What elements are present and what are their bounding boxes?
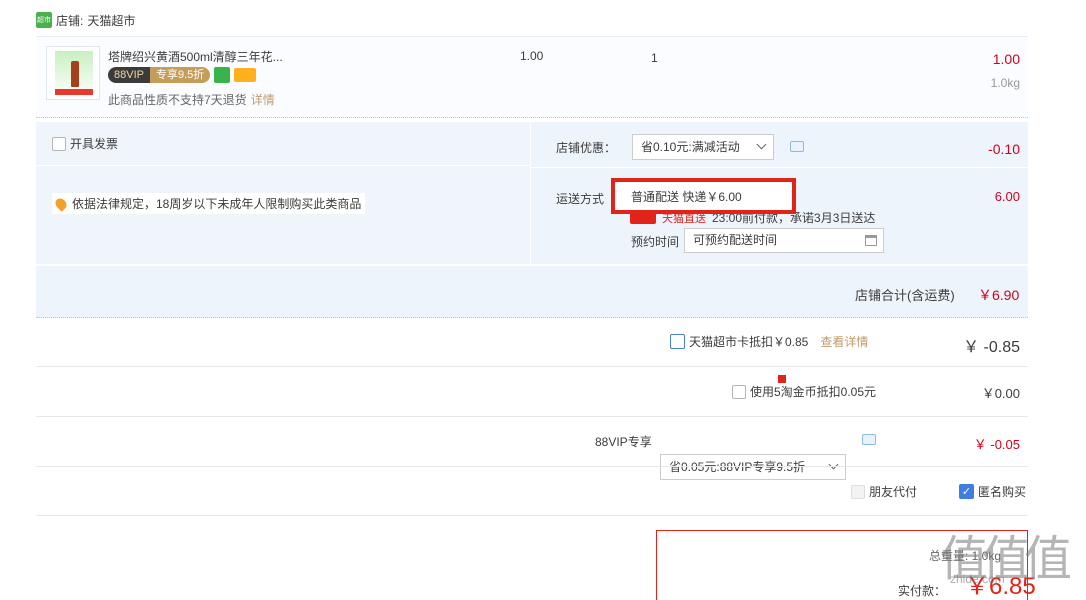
vip-discount-tag: 专享9.5折 — [149, 67, 211, 83]
service-badge-icon — [214, 67, 231, 83]
divider — [36, 165, 530, 166]
vip-label: 88VIP专享 — [595, 435, 652, 449]
shop-name[interactable]: 天猫超市 — [87, 12, 135, 29]
shipping-fee: 6.00 — [994, 189, 1020, 204]
chevron-down-icon — [756, 139, 767, 150]
coins-checkbox[interactable] — [732, 384, 746, 399]
card-detail-link[interactable]: 查看详情 — [820, 333, 868, 350]
shop-discount-value: -0.10 — [988, 141, 1020, 157]
appointment-placeholder: 可预约配送时间 — [693, 233, 778, 247]
item-weight: 1.0kg — [990, 76, 1020, 90]
anonymous-checkbox[interactable]: ✓ — [959, 484, 974, 499]
divider — [36, 515, 1028, 516]
tmall-supermarket-logo-icon: 超市 — [36, 12, 52, 28]
anonymous-label: 匿名购买 — [978, 485, 1027, 499]
shipping-label: 运送方式 — [556, 192, 605, 206]
invoice-checkbox[interactable] — [52, 136, 66, 151]
item-subtotal: 1.00 — [992, 51, 1020, 67]
vip-discount-selected: 省0.05元:88VIP专享9.5折 — [669, 460, 806, 474]
divider — [531, 167, 1028, 168]
shop-discount-select[interactable]: 省0.10元:满减活动 — [632, 134, 774, 160]
calendar-icon[interactable] — [865, 235, 877, 246]
appointment-input[interactable]: 可预约配送时间 — [684, 228, 884, 253]
shop-header: 超市 店铺: 天猫超市 — [36, 10, 135, 30]
law-notice: 依据法律规定，18周岁以下未成年人限制购买此类商品 — [52, 193, 366, 214]
shop-discount-selected: 省0.10元:满减活动 — [641, 140, 740, 154]
product-thumbnail[interactable] — [46, 46, 100, 100]
divider — [36, 466, 1028, 467]
coins-label: 使用5淘金币抵扣0.05元 — [750, 385, 877, 399]
coins-option[interactable]: 使用5淘金币抵扣0.05元 — [732, 383, 876, 400]
card-deduction-option[interactable]: 天猫超市卡抵扣￥0.85 查看详情 — [670, 333, 868, 350]
message-icon[interactable] — [862, 434, 876, 445]
bottle-icon — [71, 61, 79, 87]
vip-tag-group: 88VIP 专享9.5折 — [108, 67, 257, 83]
invoice-option[interactable]: 开具发票 — [52, 135, 118, 152]
shipping-method-select[interactable]: 普通配送 快递￥6.00 — [611, 178, 796, 214]
divider — [36, 366, 1028, 367]
promo-badge-icon — [55, 89, 93, 95]
invoice-label: 开具发票 — [70, 137, 119, 151]
card-badge-icon — [234, 68, 257, 82]
watermark-url: zhide.com — [950, 572, 1005, 586]
chevron-down-icon — [828, 459, 839, 470]
no-return-notice: 此商品性质不支持7天退货 详情 — [108, 91, 275, 108]
friend-pay-checkbox[interactable] — [851, 484, 865, 499]
vip88-tag: 88VIP — [108, 67, 150, 83]
shipping-selected: 普通配送 快递￥6.00 — [631, 189, 742, 204]
detail-link[interactable]: 详情 — [251, 93, 275, 107]
notice-dot-icon — [778, 375, 786, 383]
unit-price: 1.00 — [520, 49, 544, 63]
no-return-text: 此商品性质不支持7天退货 — [108, 93, 247, 107]
law-notice-text: 依据法律规定，18周岁以下未成年人限制购买此类商品 — [72, 197, 362, 211]
divider — [530, 122, 531, 264]
location-pin-icon — [53, 195, 69, 212]
vip-discount-value: ￥ -0.05 — [973, 437, 1020, 452]
product-name[interactable]: 塔牌绍兴黄酒500ml清醇三年花... — [108, 48, 283, 65]
shop-total-label: 店铺合计(含运费) — [855, 288, 955, 303]
message-icon[interactable] — [790, 141, 804, 152]
divider — [36, 416, 1028, 417]
shop-total-value: ￥6.90 — [978, 287, 1020, 303]
quantity: 1 — [651, 51, 658, 65]
appointment-label: 预约时间 — [631, 235, 680, 249]
coins-value: ￥0.00 — [981, 386, 1020, 401]
card-checkbox[interactable] — [670, 334, 685, 349]
shop-label: 店铺: — [56, 13, 84, 28]
card-deduction-value: ￥ -0.85 — [963, 339, 1020, 356]
friend-pay-option[interactable]: 朋友代付 — [851, 483, 917, 500]
vip-discount-select[interactable]: 省0.05元:88VIP专享9.5折 — [660, 454, 846, 480]
anonymous-option[interactable]: ✓ 匿名购买 — [959, 483, 1026, 500]
shop-discount-label: 店铺优惠： — [556, 141, 617, 155]
pay-label: 实付款： — [898, 584, 947, 598]
card-label: 天猫超市卡抵扣￥0.85 — [689, 335, 809, 349]
friend-pay-label: 朋友代付 — [869, 485, 918, 499]
